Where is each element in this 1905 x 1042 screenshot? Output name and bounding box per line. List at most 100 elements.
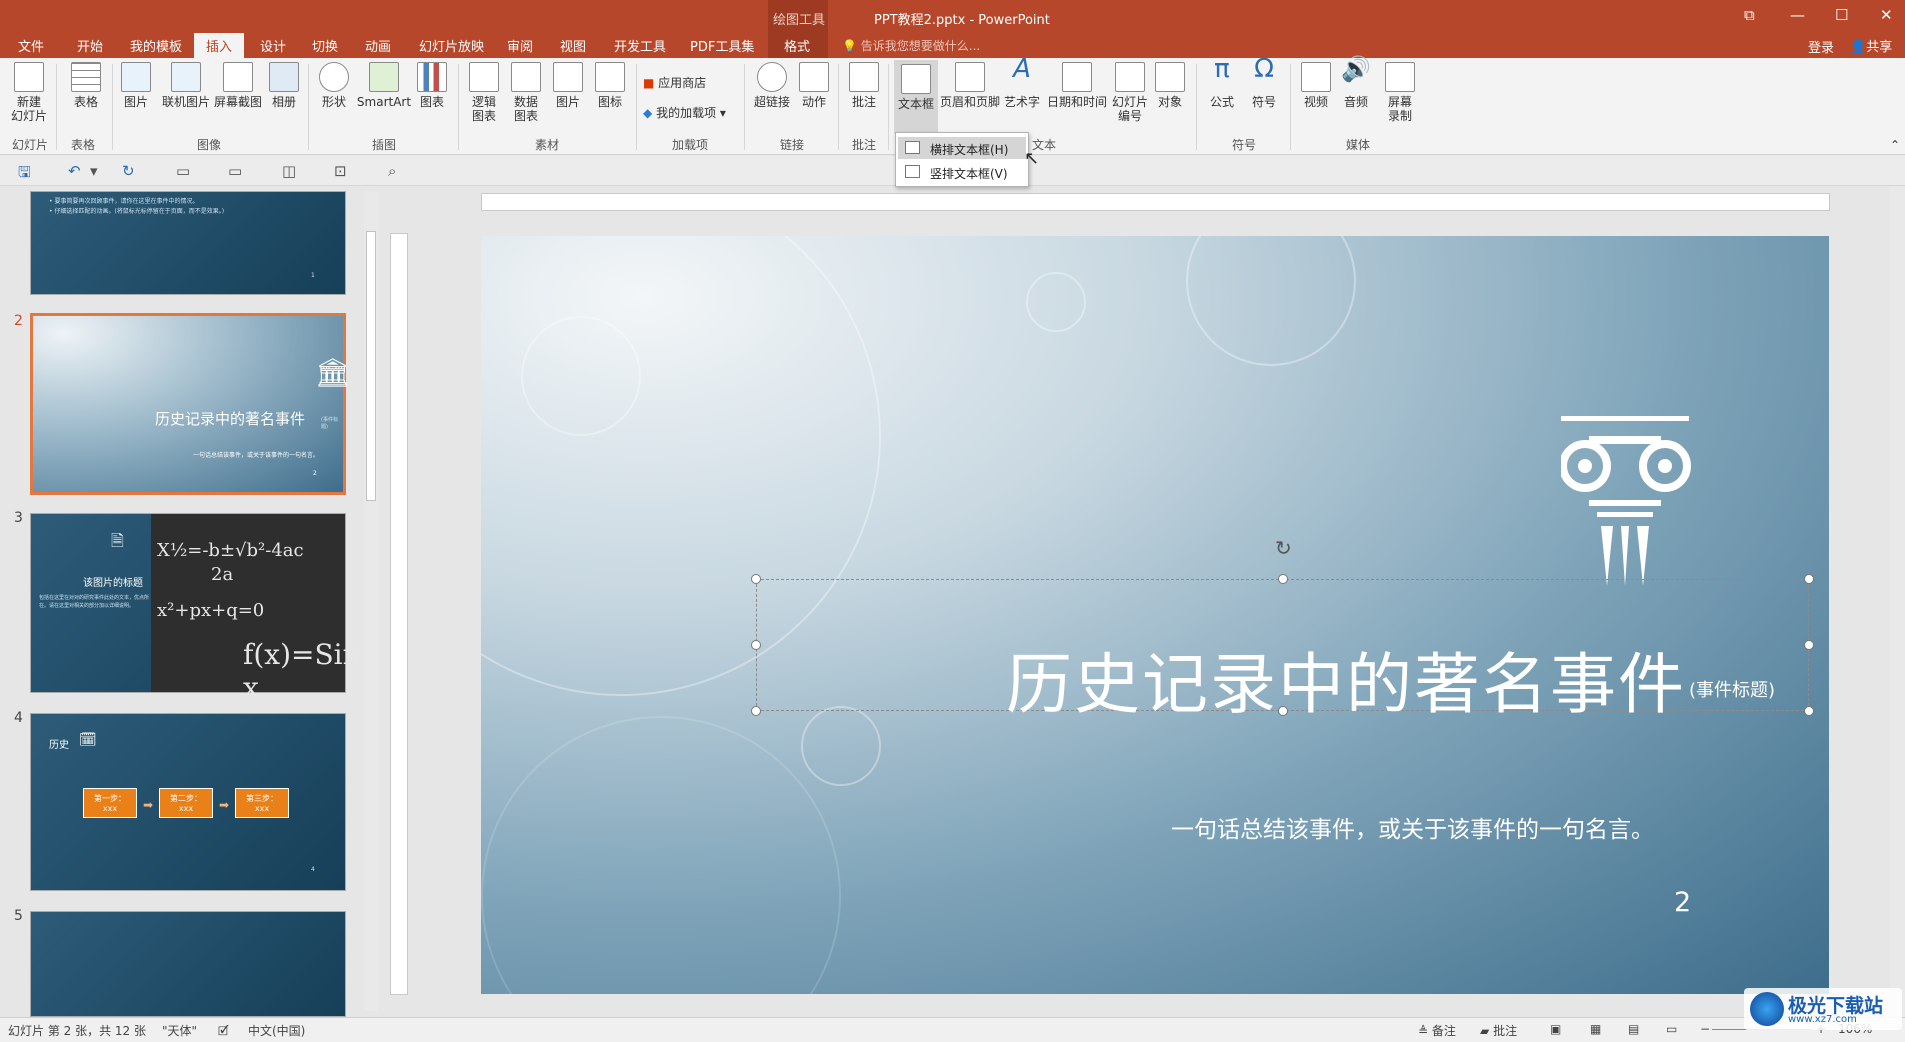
tell-me-search[interactable]: 💡 告诉我您想要做什么... xyxy=(842,37,980,54)
hyperlink-button[interactable]: 超链接 xyxy=(752,62,792,109)
scrollbar-thumb[interactable] xyxy=(366,231,376,501)
tab-file[interactable]: 文件 xyxy=(18,36,44,55)
resize-handle[interactable] xyxy=(1804,574,1814,584)
slide-sorter-icon[interactable]: ▦ xyxy=(1590,1022,1601,1036)
slide-number-button[interactable]: 幻灯片 编号 xyxy=(1110,62,1150,123)
minimize-button[interactable]: — xyxy=(1790,6,1805,24)
maximize-button[interactable]: ☐ xyxy=(1835,6,1848,24)
screen-record-button[interactable]: 屏幕 录制 xyxy=(1382,62,1418,123)
present-qat-icon[interactable]: ⊡ xyxy=(334,162,347,180)
rotate-handle-icon[interactable]: ↻ xyxy=(1275,536,1292,560)
slide-thumbnail-5[interactable] xyxy=(30,911,346,1017)
tab-format[interactable]: 格式 xyxy=(784,36,810,55)
context-group-label: 绘图工具 xyxy=(773,13,826,28)
login-link[interactable]: 登录 xyxy=(1808,37,1834,56)
slide-thumbnail-4[interactable]: 历史 🗓 第一步： xxx ➡ 第二步： xxx ➡ 第三步： xxx 4 xyxy=(30,713,346,891)
object-button[interactable]: 对象 xyxy=(1152,62,1188,109)
slide-title[interactable]: 历史记录中的著名事件 xyxy=(1006,631,1686,727)
horizontal-ruler[interactable] xyxy=(481,193,1830,211)
slide-thumbnail-2[interactable]: 🏛 历史记录中的著名事件 (事件标题) 一句话总结该事件，或关于该事件的一句名言… xyxy=(30,313,351,495)
shapes-button[interactable]: 形状 xyxy=(316,62,352,109)
smartart-button[interactable]: SmartArt xyxy=(356,62,412,109)
editor-vertical-scrollbar[interactable] xyxy=(1890,187,1905,1017)
tab-design[interactable]: 设计 xyxy=(260,36,286,55)
reading-view-icon[interactable]: ▤ xyxy=(1628,1022,1639,1036)
tab-my-templates[interactable]: 我的模板 xyxy=(130,36,182,55)
my-addins-button[interactable]: ◆ 我的加载项 ▾ xyxy=(643,104,726,121)
video-button[interactable]: 视频 xyxy=(1298,62,1334,109)
slideshow-view-icon[interactable]: ▭ xyxy=(1666,1022,1677,1036)
close-button[interactable]: ✕ xyxy=(1880,6,1893,24)
comments-button[interactable]: ▰ 批注 xyxy=(1480,1022,1517,1039)
header-footer-button[interactable]: 页眉和页脚 xyxy=(938,62,1002,109)
slide-canvas[interactable]: ↻ 历史记录中的著名事件 (事件标题) 一句话总结该事件，或关于该事件的一句名言… xyxy=(481,236,1829,994)
slide-thumbnail-3[interactable]: 🗎 该图片的标题 包括在这里在对对的研究事件此处的文本，优点所在。请在这里对相关… xyxy=(30,513,361,704)
table-button[interactable]: 表格 xyxy=(66,62,106,109)
resize-handle[interactable] xyxy=(1804,640,1814,650)
normal-view-icon[interactable]: ▣ xyxy=(1550,1022,1561,1036)
tab-view[interactable]: 视图 xyxy=(560,36,586,55)
ribbon-display-icon[interactable]: ⧉ xyxy=(1744,6,1755,24)
action-button[interactable]: 动作 xyxy=(796,62,832,109)
save-icon[interactable]: 🖫 xyxy=(18,162,31,187)
material-picture-button[interactable]: 图片 xyxy=(550,62,586,109)
vertical-ruler[interactable] xyxy=(390,233,408,995)
spellcheck-icon[interactable]: 🗹 xyxy=(218,1022,229,1042)
horizontal-textbox-item[interactable]: 横排文本框(H) xyxy=(898,137,1026,159)
thumbnail-scrollbar[interactable] xyxy=(364,191,378,1011)
table-icon xyxy=(71,62,101,92)
notes-button[interactable]: ≜ 备注 xyxy=(1418,1022,1456,1039)
logic-chart-icon xyxy=(469,62,499,92)
symbol-button[interactable]: Ω 符号 xyxy=(1246,56,1282,109)
logic-chart-button[interactable]: 逻辑 图表 xyxy=(466,62,502,123)
tab-slideshow[interactable]: 幻灯片放映 xyxy=(419,36,484,55)
tab-insert[interactable]: 插入 xyxy=(194,33,245,58)
resize-handle[interactable] xyxy=(751,706,761,716)
tab-pdf-tools[interactable]: PDF工具集 xyxy=(690,36,754,55)
thumb-title: 历史记录中的著名事件 xyxy=(155,410,306,428)
undo-icon[interactable]: ↶ xyxy=(68,162,81,180)
title-bar: 绘图工具 PPT教程2.pptx - PowerPoint ⧉ — ☐ ✕ 文件… xyxy=(0,0,1905,58)
icons-button[interactable]: 图标 xyxy=(592,62,628,109)
comment-button[interactable]: 批注 xyxy=(846,62,882,109)
language[interactable]: 中文(中国) xyxy=(248,1022,305,1039)
audio-button[interactable]: 🔊 音频 xyxy=(1338,57,1374,109)
chevron-down-icon[interactable]: ▾ xyxy=(90,162,98,180)
vertical-textbox-item[interactable]: 竖排文本框(V) xyxy=(898,161,1026,183)
store-button[interactable]: ■ 应用商店 xyxy=(643,74,706,91)
zoom-qat-icon[interactable]: ⌕ xyxy=(388,162,396,180)
picture-icon xyxy=(121,62,151,92)
tab-review[interactable]: 审阅 xyxy=(507,36,533,55)
redo-icon[interactable]: ↻ xyxy=(122,162,135,180)
data-chart-button[interactable]: 数据 图表 xyxy=(508,62,544,123)
tab-animations[interactable]: 动画 xyxy=(365,36,391,55)
zoom-out-button[interactable]: − xyxy=(1700,1022,1710,1036)
slideshow-qat-icon[interactable]: ▭ xyxy=(228,162,242,180)
date-time-button[interactable]: 日期和时间 xyxy=(1044,62,1110,109)
tab-home[interactable]: 开始 xyxy=(77,36,103,55)
textbox-button[interactable]: 文本框 xyxy=(894,60,938,134)
tab-transitions[interactable]: 切换 xyxy=(312,36,338,55)
slide-subtitle[interactable]: 一句话总结该事件，或关于该事件的一句名言。 xyxy=(1171,810,1654,844)
tab-developer[interactable]: 开发工具 xyxy=(614,36,666,55)
shapes-qat-icon[interactable]: ◫ xyxy=(282,162,296,180)
chart-button[interactable]: 图表 xyxy=(414,62,450,109)
resize-handle[interactable] xyxy=(1278,574,1288,584)
share-button[interactable]: 👤共享 xyxy=(1850,36,1892,55)
equation-button[interactable]: π 公式 xyxy=(1204,56,1240,109)
resize-handle[interactable] xyxy=(751,640,761,650)
wordart-button[interactable]: A 艺术字 xyxy=(1004,56,1040,109)
decorative-ring xyxy=(1186,236,1356,366)
album-button[interactable]: 相册 xyxy=(266,62,302,109)
new-slide-qat-icon[interactable]: ▭ xyxy=(176,162,190,180)
picture-button[interactable]: 图片 xyxy=(118,62,154,109)
screenshot-button[interactable]: 屏幕截图 xyxy=(212,62,264,109)
resize-handle[interactable] xyxy=(1804,706,1814,716)
online-picture-button[interactable]: 联机图片 xyxy=(158,62,214,109)
slide-title-suffix[interactable]: (事件标题) xyxy=(1689,676,1775,702)
new-slide-button[interactable]: 新建 幻灯片 xyxy=(6,62,52,123)
slide-thumbnail-1[interactable]: • 要事简要再次回顾事件，请你在这里在事件中的情况。 • 仔细选择匹配的动画。(… xyxy=(30,191,346,295)
collapse-ribbon-icon[interactable]: ⌃ xyxy=(1890,138,1900,152)
slide-thumbnail-pane: • 要事简要再次回顾事件，请你在这里在事件中的情况。 • 仔细选择匹配的动画。(… xyxy=(0,187,382,1017)
resize-handle[interactable] xyxy=(751,574,761,584)
